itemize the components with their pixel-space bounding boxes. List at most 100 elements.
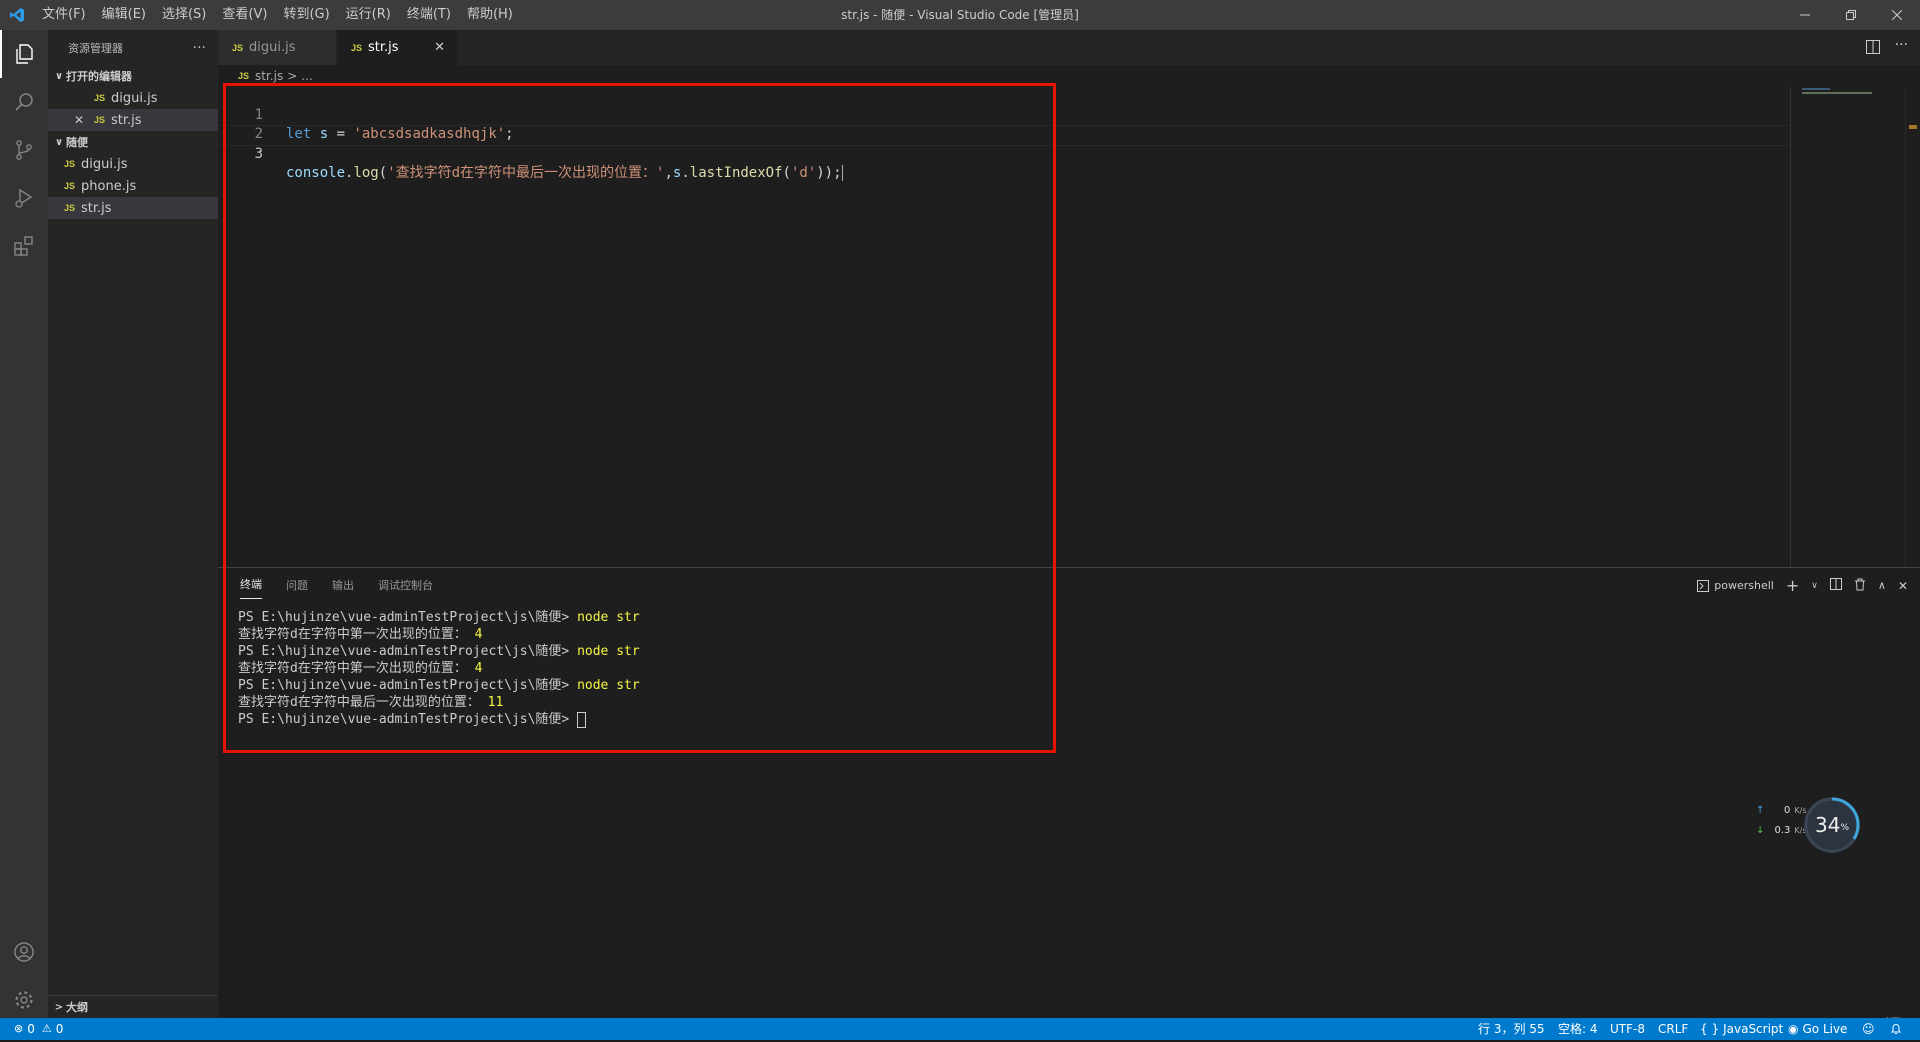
close-editor-icon[interactable]: ✕ [74, 113, 94, 127]
file-item[interactable]: JS phone.js [48, 175, 218, 197]
explorer-sidebar: 资源管理器 ··· ∨ 打开的编辑器 JS digui.js ✕ JS str.… [48, 30, 222, 1018]
minimize-icon[interactable] [1782, 0, 1828, 30]
terminal-command: node str [577, 678, 640, 693]
file-label: digui.js [81, 156, 128, 172]
folder-section[interactable]: ∨ 随便 [48, 131, 218, 153]
paren: ( [782, 165, 791, 181]
menu-go[interactable]: 转到(G) [275, 0, 337, 30]
split-terminal-icon[interactable] [1829, 578, 1842, 593]
code-line-1: 1 let s = 'abcsdsadkasdhqjk'; [218, 87, 514, 142]
menu-view[interactable]: 查看(V) [214, 0, 275, 30]
code-editor[interactable]: 1 let s = 'abcsdsadkasdhqjk'; 2 3 consol… [218, 87, 1920, 567]
upload-value: 0 [1784, 805, 1791, 816]
terminal-line: PS E:\hujinze\vue-adminTestProject\js\随便… [238, 609, 640, 626]
breadcrumb: JS str.js > ... [218, 65, 313, 87]
language-mode[interactable]: { } JavaScript [1700, 1018, 1783, 1040]
terminal-number: 4 [474, 661, 483, 676]
activity-bar [0, 30, 48, 1018]
run-debug-icon[interactable] [0, 174, 48, 222]
tab-digui[interactable]: JS digui.js [218, 30, 336, 65]
menu-bar: 文件(F) 编辑(E) 选择(S) 查看(V) 转到(G) 运行(R) 终端(T… [34, 0, 521, 30]
trash-icon[interactable] [1854, 578, 1866, 594]
feedback-icon[interactable]: ☺ [1862, 1018, 1875, 1040]
title-bar: 文件(F) 编辑(E) 选择(S) 查看(V) 转到(G) 运行(R) 终端(T… [0, 0, 1920, 30]
code-text: console.log('查找字符d在字符中最后一次出现的位置：',s.last… [286, 164, 843, 183]
code-line-2: 2 [218, 106, 263, 142]
editor-more-icon[interactable]: ··· [1895, 37, 1908, 53]
extensions-icon[interactable] [0, 222, 48, 270]
usage-percent: 34 [1814, 813, 1841, 837]
open-editor-item-active[interactable]: ✕ JS str.js [48, 109, 218, 131]
upload-arrow-icon: ↑ [1756, 805, 1765, 816]
search-icon[interactable] [0, 78, 48, 126]
file-item[interactable]: JS digui.js [48, 153, 218, 175]
minimap-divider [1790, 87, 1791, 567]
terminal-prompt: PS E:\hujinze\vue-adminTestProject\js\随便… [238, 610, 578, 625]
new-terminal-icon[interactable]: + [1786, 576, 1799, 595]
split-editor-icon[interactable] [1866, 40, 1880, 58]
open-editors-label: 打开的编辑器 [66, 70, 132, 83]
source-control-icon[interactable] [0, 126, 48, 174]
explorer-icon[interactable] [0, 30, 48, 78]
menu-edit[interactable]: 编辑(E) [94, 0, 154, 30]
go-live-button[interactable]: ◉ Go Live [1788, 1018, 1847, 1040]
panel-tab-problems[interactable]: 问题 [286, 568, 308, 603]
minimap[interactable] [1794, 87, 1904, 567]
terminal-cursor [577, 711, 587, 728]
terminal-prompt: PS E:\hujinze\vue-adminTestProject\js\随便… [238, 644, 578, 659]
notifications-bell-icon[interactable] [1890, 1018, 1902, 1040]
network-speed-widget: ↑ 0 K/s ↓ 0.3 K/s 34 % [1748, 795, 1860, 857]
indentation[interactable]: 空格: 4 [1558, 1018, 1598, 1040]
bottom-panel: 终端 问题 输出 调试控制台 powershell + ∨ ∧ ✕ PS E:\… [218, 567, 1920, 1019]
chevron-down-icon: ∨ [54, 136, 64, 148]
menu-help[interactable]: 帮助(H) [459, 0, 521, 30]
panel-tab-debug-console[interactable]: 调试控制台 [378, 568, 433, 603]
terminal-shell-selector[interactable]: powershell [1697, 579, 1774, 592]
cursor-position[interactable]: 行 3，列 55 [1478, 1018, 1545, 1040]
menu-terminal[interactable]: 终端(T) [399, 0, 459, 30]
file-item-selected[interactable]: JS str.js [48, 197, 218, 219]
open-editors-section[interactable]: ∨ 打开的编辑器 [48, 65, 218, 87]
file-label: phone.js [81, 178, 137, 194]
outline-section[interactable]: > 大纲 [48, 995, 222, 1018]
dot: . [681, 165, 690, 181]
close-panel-icon[interactable]: ✕ [1898, 579, 1908, 593]
error-count: 0 [27, 1022, 35, 1036]
panel-tab-terminal[interactable]: 终端 [240, 568, 262, 599]
line-number: 3 [254, 146, 263, 162]
terminal-line: 查找字符d在字符中最后一次出现的位置： 11 [238, 694, 503, 711]
accounts-icon[interactable] [0, 928, 48, 976]
folder-label: 随便 [66, 136, 88, 149]
close-window-icon[interactable] [1874, 0, 1920, 30]
usage-gauge[interactable]: 34 % [1804, 797, 1860, 853]
terminal-toolbar: powershell + ∨ ∧ ✕ [1697, 568, 1908, 603]
problems-status[interactable]: ⊗ 0 ⚠ 0 [14, 1018, 63, 1040]
broadcast-icon: ◉ [1788, 1022, 1799, 1036]
string-literal: 'd' [790, 165, 817, 181]
editor-scrollbar[interactable] [1905, 87, 1920, 567]
warning-icon: ⚠ [41, 1022, 52, 1035]
tab-str[interactable]: JS str.js ✕ [337, 30, 457, 65]
restore-icon[interactable] [1828, 0, 1874, 30]
chevron-down-icon[interactable]: ∨ [1811, 581, 1818, 591]
function-name: log [353, 165, 379, 181]
breadcrumb-rest[interactable]: ... [301, 69, 312, 83]
language-label: JavaScript [1723, 1022, 1784, 1036]
manage-gear-icon[interactable] [0, 976, 48, 1024]
usage-unit: % [1840, 823, 1849, 833]
upload-row: ↑ 0 K/s [1756, 805, 1807, 816]
encoding[interactable]: UTF-8 [1610, 1018, 1645, 1040]
terminal-line: PS E:\hujinze\vue-adminTestProject\js\随便… [238, 711, 587, 728]
breadcrumb-file[interactable]: str.js [255, 69, 283, 83]
chevron-down-icon: ∨ [54, 70, 64, 82]
menu-file[interactable]: 文件(F) [34, 0, 94, 30]
menu-selection[interactable]: 选择(S) [154, 0, 214, 30]
open-editor-item[interactable]: JS digui.js [48, 87, 218, 109]
close-tab-icon[interactable]: ✕ [434, 40, 445, 55]
menu-run[interactable]: 运行(R) [338, 0, 399, 30]
js-file-icon: JS [238, 71, 250, 81]
maximize-panel-icon[interactable]: ∧ [1878, 579, 1886, 592]
panel-tab-output[interactable]: 输出 [332, 568, 354, 603]
more-actions-icon[interactable]: ··· [193, 40, 206, 56]
line-ending[interactable]: CRLF [1658, 1018, 1688, 1040]
